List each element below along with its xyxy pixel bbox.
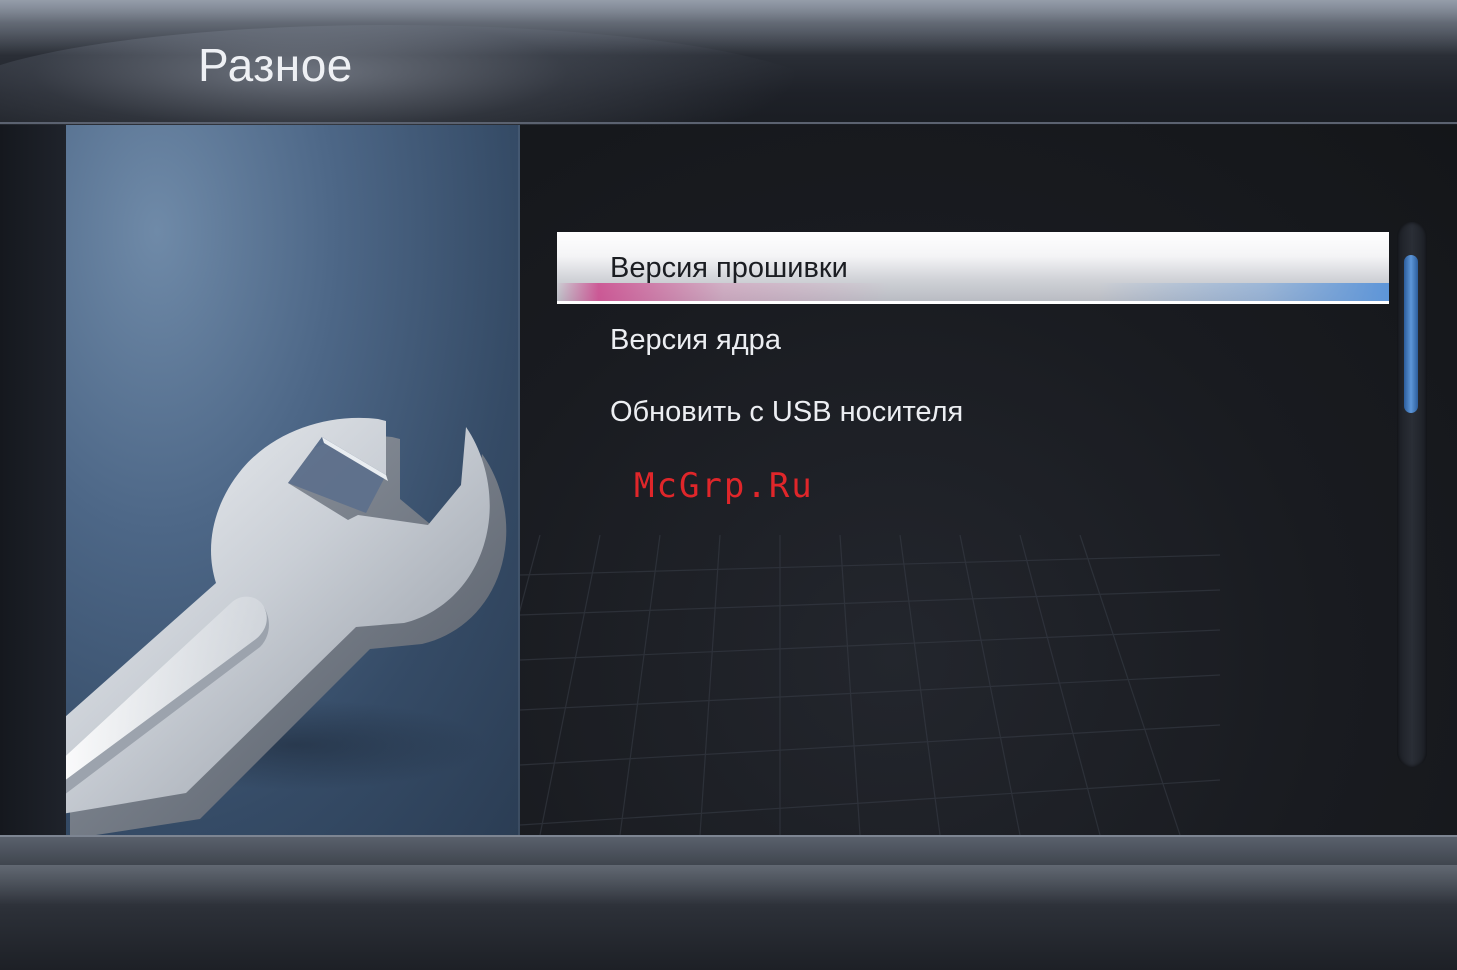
scrollbar-thumb[interactable] [1404, 255, 1418, 413]
left-edge [0, 125, 66, 835]
settings-menu: Версия прошивки Версия ядра Обновить с U… [557, 232, 1389, 448]
header-divider [0, 122, 1457, 124]
menu-item-kernel-version[interactable]: Версия ядра [557, 304, 1389, 376]
menu-item-label: Версия прошивки [610, 252, 848, 284]
page-title: Разное [198, 39, 353, 91]
menu-item-usb-update[interactable]: Обновить с USB носителя [557, 376, 1389, 448]
footer-bar [0, 835, 1457, 970]
section-illustration-panel [66, 125, 520, 835]
grid-floor-decoration [520, 535, 1220, 835]
watermark: McGrp.Ru [634, 466, 814, 506]
wrench-icon [66, 417, 507, 835]
menu-item-firmware-version[interactable]: Версия прошивки [557, 232, 1389, 304]
settings-screen: Разное Версия прошивки Версия ядра Обнов… [0, 0, 1457, 970]
menu-item-label: Версия ядра [610, 324, 781, 356]
menu-item-label: Обновить с USB носителя [610, 396, 964, 428]
